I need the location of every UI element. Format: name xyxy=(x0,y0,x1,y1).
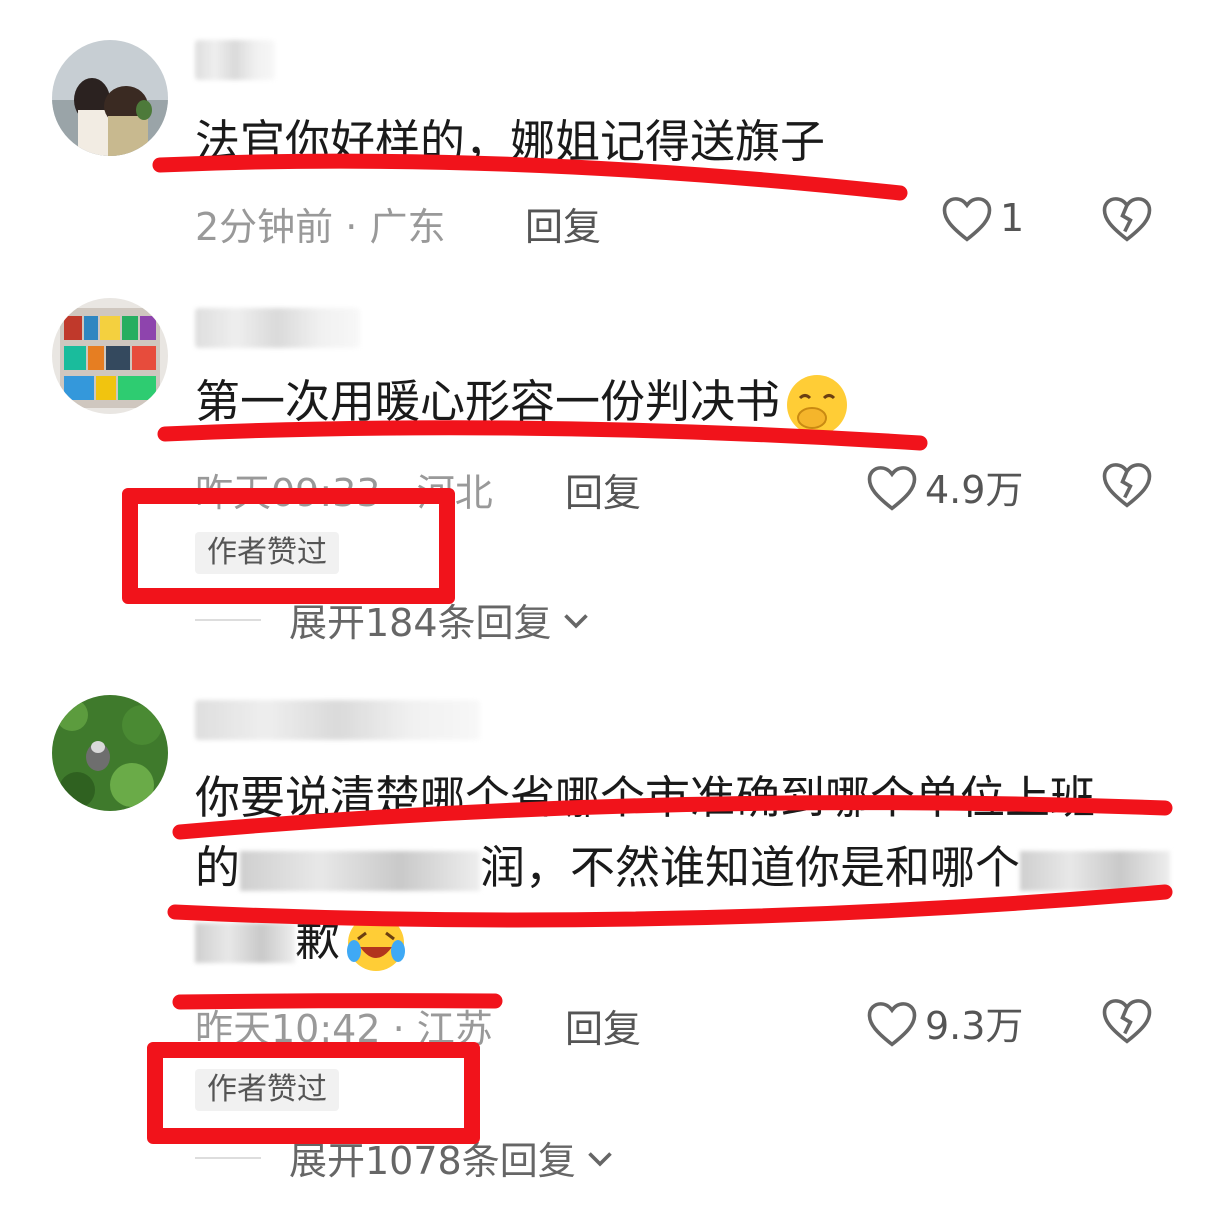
broken-heart-icon xyxy=(1102,197,1152,242)
red-highlight-box xyxy=(122,488,455,604)
comment-text-line3: 歉 xyxy=(195,908,408,975)
heart-outline-icon xyxy=(867,465,917,511)
text-fragment: 歉 xyxy=(295,913,341,966)
meta-separator: · xyxy=(333,205,370,249)
chevron-down-icon xyxy=(587,1151,612,1167)
avatar[interactable] xyxy=(52,298,168,414)
divider xyxy=(195,618,261,621)
like-count: 9.3万 xyxy=(925,1004,1024,1048)
heart-outline-icon xyxy=(942,197,992,242)
like-button[interactable]: 4.9万 xyxy=(865,459,1023,514)
like-button[interactable]: 1 xyxy=(940,193,1024,243)
comment-item: 第一次用暖心形容一份判决书 昨天09:33 · 河北 回复 4.9万 作者赞过 … xyxy=(0,270,1216,670)
comment-item: 法官你好样的，娜姐记得送旗子 2分钟前 · 广东 回复 1 xyxy=(0,0,1216,270)
red-highlight-box xyxy=(147,1042,480,1144)
like-count: 1 xyxy=(1000,196,1025,240)
avatar[interactable] xyxy=(52,40,168,156)
text-fragment: 的 xyxy=(195,841,241,894)
divider xyxy=(195,1156,261,1159)
comment-time: 2分钟前 xyxy=(195,205,334,249)
reply-button[interactable]: 回复 xyxy=(565,462,641,517)
broken-heart-icon xyxy=(1102,999,1152,1044)
username-blurred[interactable] xyxy=(195,308,360,348)
dislike-button[interactable] xyxy=(1100,193,1154,247)
heart-outline-icon xyxy=(867,1001,917,1047)
comment-location: 广东 xyxy=(369,205,446,249)
dislike-button[interactable] xyxy=(1100,459,1154,513)
comment-text-content: 第一次用暖心形容一份判决书 xyxy=(195,375,781,428)
blurred-text xyxy=(1020,851,1171,891)
comment-meta: 2分钟前 · 广东 xyxy=(195,196,445,251)
like-count: 4.9万 xyxy=(925,468,1024,512)
comment-text-line1: 你要说清楚哪个省哪个市准确到哪个单位上班 xyxy=(195,771,1096,824)
blurred-text xyxy=(240,851,481,891)
comment-text: 法官你好样的，娜姐记得送旗子 xyxy=(195,115,826,168)
reply-button[interactable]: 回复 xyxy=(565,998,641,1053)
username-blurred[interactable] xyxy=(195,40,275,80)
smiling-emoji-icon xyxy=(787,375,848,435)
username-blurred[interactable] xyxy=(195,700,480,740)
comment-text: 第一次用暖心形容一份判决书 xyxy=(195,370,850,438)
comment-text-line2: 的 润，不然谁知道你是和哪个 xyxy=(195,836,1171,900)
laughing-crying-emoji-icon xyxy=(347,915,406,971)
chevron-down-icon xyxy=(563,613,588,629)
reply-button[interactable]: 回复 xyxy=(525,196,601,251)
broken-heart-icon xyxy=(1102,463,1152,508)
like-button[interactable]: 9.3万 xyxy=(865,995,1023,1050)
avatar[interactable] xyxy=(52,695,168,811)
text-fragment: 润，不然谁知道你是和哪个 xyxy=(480,841,1021,894)
blurred-text xyxy=(195,923,295,963)
dislike-button[interactable] xyxy=(1100,995,1154,1049)
